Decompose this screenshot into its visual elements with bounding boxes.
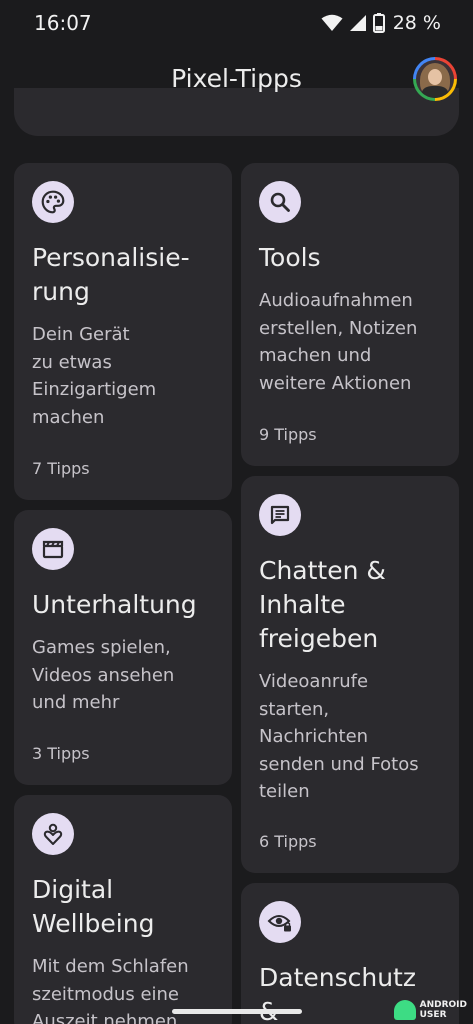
tip-count: 6 Tipps	[259, 832, 317, 851]
page-title: Pixel-Tipps	[171, 64, 302, 93]
card-tools[interactable]: Tools Audioaufnahmen erstellen, Notizen …	[241, 163, 459, 466]
watermark-line2: USER	[419, 1010, 447, 1020]
card-description: Games spielen, Videos ansehen und mehr	[32, 637, 175, 713]
signal-icon	[349, 15, 366, 31]
app-bar: Pixel-Tipps	[0, 48, 473, 112]
card-title: Tools	[259, 243, 321, 272]
card-title: Digital Wellbeing	[32, 875, 155, 938]
android-robot-icon	[393, 1000, 416, 1020]
card-wellbeing[interactable]: Digital Wellbeing Mit dem Schlafen szeit…	[14, 795, 232, 1024]
watermark-logo: ANDROID USER	[393, 1000, 467, 1020]
battery-percent: 28 %	[392, 12, 441, 34]
watermark-text: ANDROID USER	[420, 1000, 467, 1020]
palette-icon	[32, 181, 74, 223]
card-personalisierung[interactable]: Personalisie- rung Dein Gerät zu etwas E…	[14, 163, 232, 500]
avatar[interactable]	[413, 57, 457, 101]
status-bar: 16:07 28 %	[0, 0, 473, 48]
screen: 16:07 28 % Pixel-Tipps Personalisie- run…	[0, 0, 473, 1024]
gesture-handle[interactable]	[172, 1009, 302, 1014]
wifi-icon	[321, 14, 343, 31]
tip-count: 3 Tipps	[32, 744, 90, 763]
privacy-eye-icon	[259, 901, 301, 943]
card-title: Personalisie- rung	[32, 243, 190, 306]
card-description: Dein Gerät zu etwas Einzigartigem machen	[32, 324, 157, 428]
tip-count: 7 Tipps	[32, 459, 90, 478]
card-chatten[interactable]: Chatten & Inhalte freigeben Videoanrufe …	[241, 476, 459, 873]
watermark-line1: ANDROID	[419, 1000, 467, 1010]
avatar-image	[416, 60, 454, 98]
card-description: Videoanrufe starten, Nachrichten senden …	[259, 671, 419, 802]
card-title: Chatten & Inhalte freigeben	[259, 556, 386, 653]
tip-count: 9 Tipps	[259, 425, 317, 444]
card-unterhaltung[interactable]: Unterhaltung Games spielen, Videos anseh…	[14, 510, 232, 785]
clapperboard-icon	[32, 528, 74, 570]
battery-icon	[372, 13, 385, 33]
card-description: Audioaufnahmen erstellen, Notizen machen…	[259, 290, 418, 394]
wellbeing-icon	[32, 813, 74, 855]
status-time: 16:07	[34, 11, 92, 35]
search-icon	[259, 181, 301, 223]
status-icons: 28 %	[321, 12, 441, 34]
chat-icon	[259, 494, 301, 536]
card-title: Unterhaltung	[32, 590, 197, 619]
